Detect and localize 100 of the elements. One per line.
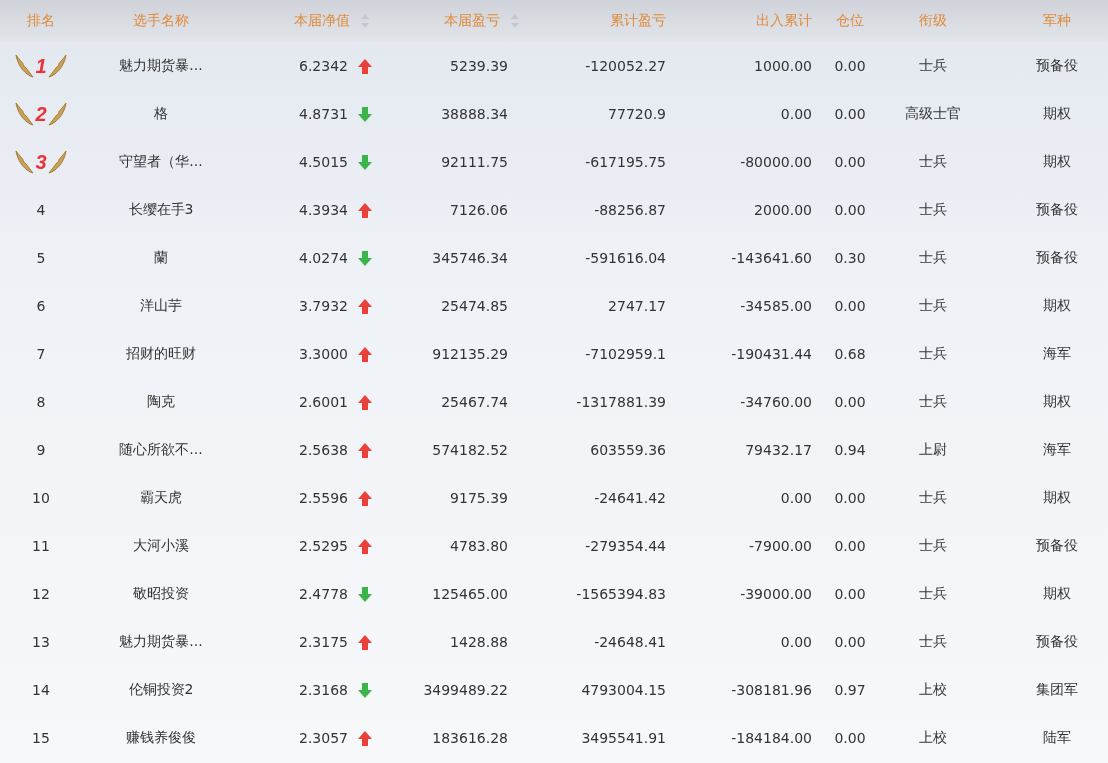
total-profit: -24641.42 — [594, 490, 666, 506]
rank-title: 士兵 — [919, 201, 947, 219]
net-value: 4.3934 — [299, 202, 348, 218]
wing-icon — [47, 149, 68, 175]
branch-name: 期权 — [1043, 393, 1071, 411]
column-header: 累计盈亏 — [610, 12, 666, 30]
net-value: 2.3175 — [299, 634, 348, 650]
branch-name: 预备役 — [1036, 633, 1078, 651]
cash-flow: 2000.00 — [754, 202, 812, 218]
period-profit: 183616.28 — [432, 730, 508, 746]
rank-number: 11 — [32, 538, 50, 554]
position-ratio: 0.00 — [834, 634, 866, 650]
player-name: 霸天虎 — [140, 489, 182, 507]
net-value: 2.3168 — [299, 682, 348, 698]
rank-number: 4 — [36, 202, 46, 218]
period-profit: 912135.29 — [432, 346, 508, 362]
rank-title: 上校 — [919, 729, 947, 747]
cash-flow: -308181.96 — [731, 682, 812, 698]
period-profit: 125465.00 — [432, 586, 508, 602]
branch-name: 预备役 — [1036, 201, 1078, 219]
rank-title: 士兵 — [919, 57, 947, 75]
net-value: 2.6001 — [299, 394, 348, 410]
rank-number: 14 — [32, 682, 50, 698]
player-name: 赚钱养俊俊 — [126, 729, 196, 747]
total-profit: -24648.41 — [594, 634, 666, 650]
net-value: 6.2342 — [299, 58, 348, 74]
column-header: 排名 — [27, 12, 55, 30]
sort-icon[interactable] — [360, 13, 370, 29]
rank-title: 士兵 — [919, 489, 947, 507]
player-name: 敬昭投资 — [133, 585, 189, 603]
total-profit: 3495541.91 — [581, 730, 666, 746]
net-value: 2.5295 — [299, 538, 348, 554]
cash-flow: -190431.44 — [731, 346, 812, 362]
position-ratio: 0.94 — [834, 442, 866, 458]
wing-icon — [47, 101, 68, 127]
player-name: 大河小溪 — [133, 537, 189, 555]
branch-name: 期权 — [1043, 489, 1071, 507]
player-name: 伦铜投资2 — [128, 681, 194, 699]
net-value: 2.4778 — [299, 586, 348, 602]
cash-flow: -7900.00 — [749, 538, 812, 554]
branch-name: 海军 — [1043, 441, 1071, 459]
period-profit: 25474.85 — [441, 298, 508, 314]
total-profit: -617195.75 — [585, 154, 666, 170]
period-profit: 25467.74 — [441, 394, 508, 410]
cash-flow: -143641.60 — [731, 250, 812, 266]
rank-number: 10 — [32, 490, 50, 506]
cash-flow: -34760.00 — [740, 394, 812, 410]
player-name: 守望者（华... — [119, 153, 203, 171]
rank-number: 2 — [35, 102, 47, 126]
column-header: 选手名称 — [133, 12, 189, 30]
branch-name: 期权 — [1043, 585, 1071, 603]
branch-name: 陆军 — [1043, 729, 1071, 747]
player-name: 魅力期货暴... — [119, 57, 203, 75]
net-value: 2.5638 — [299, 442, 348, 458]
period-profit: 345746.34 — [432, 250, 508, 266]
position-ratio: 0.00 — [834, 202, 866, 218]
rank-number: 3 — [35, 150, 47, 174]
period-profit: 3499489.22 — [423, 682, 508, 698]
period-profit: 38888.34 — [441, 106, 508, 122]
rank-number: 12 — [32, 586, 50, 602]
total-profit: 603559.36 — [590, 442, 666, 458]
rank-title: 士兵 — [919, 249, 947, 267]
column-header: 衔级 — [919, 12, 947, 30]
branch-name: 期权 — [1043, 297, 1071, 315]
branch-name: 预备役 — [1036, 57, 1078, 75]
position-ratio: 0.00 — [834, 394, 866, 410]
rank-title: 士兵 — [919, 297, 947, 315]
cash-flow: 1000.00 — [754, 58, 812, 74]
position-ratio: 0.00 — [834, 106, 866, 122]
branch-name: 集团军 — [1036, 681, 1078, 699]
branch-name: 期权 — [1043, 105, 1071, 123]
rank-title: 士兵 — [919, 345, 947, 363]
branch-name: 预备役 — [1036, 537, 1078, 555]
rank-number: 8 — [36, 394, 46, 410]
net-value: 3.7932 — [299, 298, 348, 314]
column-header[interactable]: 本届净值 — [294, 12, 350, 30]
player-name: 随心所欲不... — [119, 441, 203, 459]
total-profit: -1317881.39 — [576, 394, 666, 410]
total-profit: 77720.9 — [608, 106, 666, 122]
player-name: 长缨在手3 — [128, 201, 194, 219]
player-name: 招财的旺财 — [126, 345, 196, 363]
player-name: 陶克 — [147, 393, 175, 411]
position-ratio: 0.00 — [834, 154, 866, 170]
branch-name: 海军 — [1043, 345, 1071, 363]
sort-icon[interactable] — [510, 13, 520, 29]
total-profit: -1565394.83 — [576, 586, 666, 602]
player-name: 格 — [154, 105, 168, 123]
position-ratio: 0.00 — [834, 58, 866, 74]
net-value: 4.8731 — [299, 106, 348, 122]
position-ratio: 0.00 — [834, 730, 866, 746]
rank-number: 15 — [32, 730, 50, 746]
rank-title: 上尉 — [919, 441, 947, 459]
period-profit: 7126.06 — [450, 202, 508, 218]
column-header[interactable]: 本届盈亏 — [444, 12, 500, 30]
position-ratio: 0.97 — [834, 682, 866, 698]
cash-flow: 79432.17 — [745, 442, 812, 458]
cash-flow: -34585.00 — [740, 298, 812, 314]
position-ratio: 0.30 — [834, 250, 866, 266]
net-value: 2.3057 — [299, 730, 348, 746]
position-ratio: 0.68 — [834, 346, 866, 362]
